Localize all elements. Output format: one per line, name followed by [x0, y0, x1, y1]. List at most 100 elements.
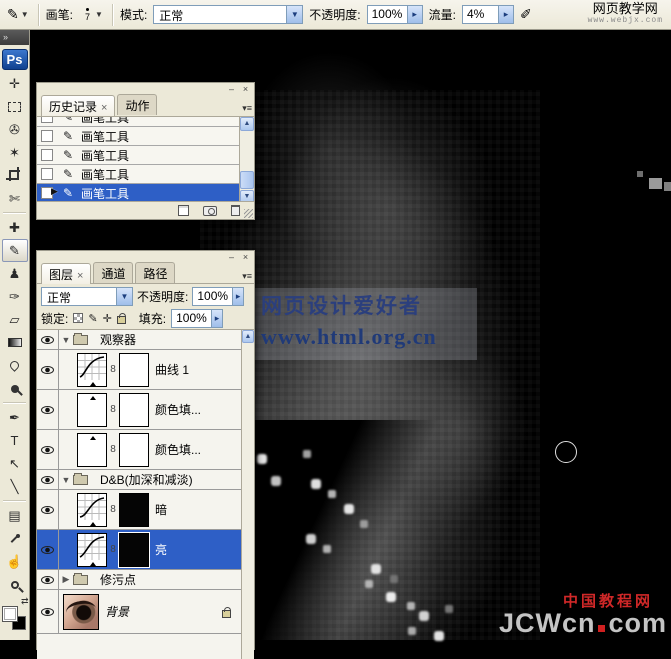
tab-layers[interactable]: 图层× — [41, 263, 91, 284]
type-tool[interactable]: T — [2, 429, 28, 452]
combo-arrow-icon[interactable]: ▼ — [116, 288, 132, 305]
path-select-tool[interactable]: ↖ — [2, 452, 28, 475]
slider-arrow-icon[interactable]: ▸ — [211, 310, 222, 327]
zoom-tool[interactable] — [2, 573, 28, 596]
fill-thumbnail[interactable] — [77, 393, 107, 427]
move-tool[interactable]: ✛ — [2, 72, 28, 95]
visibility-toggle[interactable] — [37, 530, 59, 569]
history-row[interactable]: ✎ 画笔工具 — [37, 127, 239, 146]
scroll-up-icon[interactable]: ▲ — [240, 117, 254, 131]
resize-grip[interactable] — [244, 209, 253, 218]
visibility-toggle[interactable] — [37, 430, 59, 469]
airbrush-icon[interactable]: ✐ — [520, 6, 532, 23]
layer-group-row[interactable]: ▼ D&B(加深和减淡) — [37, 470, 241, 490]
visibility-toggle[interactable] — [37, 490, 59, 529]
layer-row[interactable]: 8 颜色填... — [37, 430, 241, 470]
layer-mask-thumbnail[interactable] — [119, 393, 149, 427]
fill-thumbnail[interactable] — [77, 433, 107, 467]
brush-tool[interactable]: ✎ — [2, 239, 28, 262]
eyedropper-tool[interactable] — [2, 527, 28, 550]
minimize-icon[interactable]: – — [226, 85, 237, 95]
background-layer-row[interactable]: 背景 — [37, 590, 241, 634]
visibility-toggle[interactable] — [37, 590, 59, 633]
dodge-tool[interactable] — [2, 377, 28, 400]
history-scrollbar[interactable]: ▲ ▼ — [239, 117, 254, 204]
lasso-tool[interactable]: ✇ — [2, 118, 28, 141]
layer-mask-thumbnail[interactable] — [119, 433, 149, 467]
layer-mask-thumbnail[interactable] — [119, 353, 149, 387]
layer-row[interactable]: 8 暗 — [37, 490, 241, 530]
combo-arrow-icon[interactable]: ▼ — [286, 6, 302, 23]
adjustment-thumbnail[interactable] — [77, 493, 107, 527]
lock-paint-icon[interactable]: ✎ — [88, 312, 97, 325]
swap-colors-icon[interactable]: ⇄ — [21, 596, 29, 607]
layer-row[interactable]: 8 颜色填... — [37, 390, 241, 430]
pen-tool[interactable]: ✒ — [2, 406, 28, 429]
opacity-input[interactable]: 100% ▸ — [367, 5, 423, 24]
layer-row-selected[interactable]: 8 亮 — [37, 530, 241, 570]
slider-arrow-icon[interactable]: ▸ — [232, 288, 243, 305]
history-source-checkbox[interactable] — [41, 168, 53, 180]
new-document-from-state-icon[interactable] — [178, 205, 189, 216]
adjustment-thumbnail[interactable] — [77, 533, 107, 567]
collapse-triangle-icon[interactable]: ▶ — [59, 574, 73, 585]
magic-wand-tool[interactable]: ✶ — [2, 141, 28, 164]
eraser-tool[interactable]: ▱ — [2, 308, 28, 331]
crop-tool[interactable] — [2, 164, 28, 187]
new-snapshot-icon[interactable] — [203, 206, 217, 216]
blend-mode-select[interactable]: 正常 ▼ — [153, 5, 303, 24]
background-thumbnail[interactable] — [63, 594, 99, 630]
palette-well-chevron[interactable]: » — [0, 30, 29, 45]
close-icon[interactable]: × — [240, 253, 251, 263]
layer-opacity-input[interactable]: 100% ▸ — [192, 287, 244, 306]
tab-history[interactable]: 历史记录× — [41, 95, 115, 116]
blur-tool[interactable] — [2, 354, 28, 377]
notes-tool[interactable]: ▤ — [2, 504, 28, 527]
layers-scrollbar[interactable]: ▲ — [241, 330, 254, 659]
lock-position-icon[interactable]: ✛ — [103, 312, 112, 325]
lock-transparency-icon[interactable] — [73, 313, 83, 323]
layer-mask-thumbnail[interactable] — [119, 493, 149, 527]
history-row[interactable]: ✎ 画笔工具 — [37, 116, 239, 127]
history-row[interactable]: ✎ 画笔工具 — [37, 165, 239, 184]
clone-stamp-tool[interactable]: ♟ — [2, 262, 28, 285]
slider-arrow-icon[interactable]: ▸ — [498, 6, 513, 23]
panel-menu-icon[interactable]: ▾≡ — [242, 271, 252, 282]
tab-close-icon[interactable]: × — [77, 270, 83, 282]
lock-all-icon[interactable] — [117, 316, 126, 324]
healing-brush-tool[interactable]: ✚ — [2, 216, 28, 239]
hand-tool[interactable]: ☝ — [2, 550, 28, 573]
foreground-color-swatch[interactable] — [2, 606, 18, 622]
scroll-thumb[interactable] — [240, 171, 254, 189]
expand-triangle-icon[interactable]: ▼ — [59, 475, 73, 485]
tab-close-icon[interactable]: × — [101, 102, 107, 114]
scroll-up-icon[interactable]: ▲ — [242, 330, 254, 343]
layer-blend-mode-select[interactable]: 正常 ▼ — [41, 287, 133, 306]
history-source-checkbox[interactable] — [41, 187, 53, 199]
visibility-toggle[interactable] — [37, 470, 59, 489]
tab-channels[interactable]: 通道 — [93, 262, 133, 283]
visibility-toggle[interactable] — [37, 390, 59, 429]
slice-tool[interactable]: ✄ — [2, 187, 28, 210]
fill-input[interactable]: 100% ▸ — [171, 309, 223, 328]
minimize-icon[interactable]: – — [226, 253, 237, 263]
layer-mask-thumbnail[interactable] — [119, 533, 149, 567]
gradient-tool[interactable] — [2, 331, 28, 354]
visibility-toggle[interactable] — [37, 330, 59, 349]
slider-arrow-icon[interactable]: ▸ — [407, 6, 422, 23]
close-icon[interactable]: × — [240, 85, 251, 95]
tab-actions[interactable]: 动作 — [117, 94, 157, 115]
visibility-toggle[interactable] — [37, 570, 59, 589]
tab-paths[interactable]: 路径 — [135, 262, 175, 283]
panel-menu-icon[interactable]: ▾≡ — [242, 103, 252, 114]
layer-group-row[interactable]: ▶ 修污点 — [37, 570, 241, 590]
visibility-toggle[interactable] — [37, 350, 59, 389]
layer-group-row[interactable]: ▼ 观察器 — [37, 330, 241, 350]
history-row[interactable]: ✎ 画笔工具 — [37, 146, 239, 165]
delete-state-icon[interactable] — [231, 205, 240, 216]
layer-row[interactable]: 8 曲线 1 — [37, 350, 241, 390]
line-tool[interactable]: ╲ — [2, 475, 28, 498]
history-source-checkbox[interactable] — [41, 149, 53, 161]
history-source-checkbox[interactable] — [41, 130, 53, 142]
expand-triangle-icon[interactable]: ▼ — [59, 335, 73, 345]
